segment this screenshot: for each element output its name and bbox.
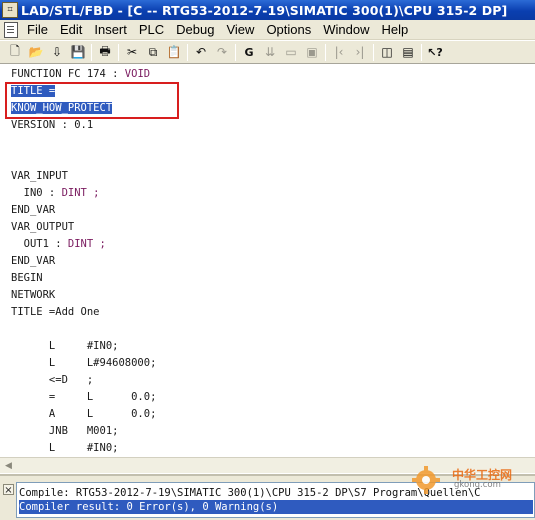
menu-options[interactable]: Options [260, 20, 317, 40]
toolbar-separator [421, 43, 422, 61]
code-line: = L 0.0; [11, 391, 157, 403]
toolbar-separator [118, 43, 119, 61]
document-icon[interactable] [4, 21, 18, 38]
code-line: L #IN0; [11, 442, 119, 454]
menu-debug[interactable]: Debug [170, 20, 220, 40]
whats-this-help-icon[interactable]: ↖? [426, 43, 444, 61]
horizontal-scrollbar[interactable]: ◀ [0, 457, 535, 473]
menu-insert[interactable]: Insert [88, 20, 133, 40]
code-line: END_VAR [11, 204, 56, 216]
download-icon[interactable]: ⇊ [261, 43, 279, 61]
cut-icon[interactable]: ✂ [123, 43, 141, 61]
code-line: BEGIN [11, 272, 43, 284]
copy-icon[interactable]: ⧉ [144, 43, 162, 61]
input-type: DINT ; [61, 187, 100, 199]
return-type: VOID [124, 68, 151, 80]
redo-icon[interactable]: ↷ [213, 43, 231, 61]
print-icon[interactable]: 🖶 [96, 43, 114, 61]
compiler-output-pane: × Compile: RTG53-2012-7-19\SIMATIC 300(1… [0, 474, 535, 520]
toolbar-separator [325, 43, 326, 61]
toolbar-separator [235, 43, 236, 61]
undo-icon[interactable]: ↶ [192, 43, 210, 61]
code-line: FUNCTION FC 174 : VOID [11, 68, 151, 80]
offline-icon[interactable]: ▭ [282, 43, 300, 61]
open-folder-icon[interactable]: 📂 [27, 43, 45, 61]
toolbar-separator [91, 43, 92, 61]
code-line: L L#94608000; [11, 357, 157, 369]
stl-source-editor[interactable]: FUNCTION FC 174 : VOID TITLE = KNOW_HOW_… [0, 65, 535, 457]
menu-bar: File Edit Insert PLC Debug View Options … [0, 20, 535, 40]
paste-icon[interactable]: 📋 [165, 43, 183, 61]
scroll-left-arrow-icon[interactable]: ◀ [2, 460, 15, 472]
code-line: JNB M001; [11, 425, 119, 437]
new-document-icon[interactable]: 🗋 [6, 43, 24, 61]
menu-edit[interactable]: Edit [54, 20, 88, 40]
menu-view[interactable]: View [220, 20, 260, 40]
annotation-highlight-box [5, 82, 179, 119]
menu-window[interactable]: Window [317, 20, 375, 40]
code-line: NETWORK [11, 289, 56, 301]
code-line: OUT1 : DINT ; [11, 238, 106, 250]
output-list[interactable]: Compile: RTG53-2012-7-19\SIMATIC 300(1)\… [16, 482, 535, 518]
lad-stl-fbd-app-icon[interactable]: ⌗ [2, 2, 18, 18]
toolbar: 🗋 📂 ⇩ 💾 🖶 ✂ ⧉ 📋 ↶ ↷ G ⇊ ▭ ▣ |‹ ›| ◫ ▤ ↖? [0, 41, 535, 64]
close-icon[interactable]: × [3, 484, 14, 496]
code-line: TITLE =Add One [11, 306, 100, 318]
compile-icon[interactable]: ⇩ [48, 43, 66, 61]
code-line: VAR_OUTPUT [11, 221, 75, 233]
monitor-icon[interactable]: G [240, 43, 258, 61]
code-line: VERSION : 0.1 [11, 119, 94, 131]
code-line: L #IN0; [11, 340, 119, 352]
details-icon[interactable]: ▤ [399, 43, 417, 61]
code-line: VAR_INPUT [11, 170, 68, 182]
overview-icon[interactable]: ◫ [378, 43, 396, 61]
toolbar-separator [187, 43, 188, 61]
compile-message[interactable]: Compile: RTG53-2012-7-19\SIMATIC 300(1)\… [19, 486, 533, 500]
code-line: IN0 : DINT ; [11, 187, 100, 199]
toolbar-separator [373, 43, 374, 61]
code-line: END_VAR [11, 255, 56, 267]
code-line: <=D ; [11, 374, 94, 386]
menu-plc[interactable]: PLC [133, 20, 170, 40]
bookmark-next-icon[interactable]: ›| [351, 43, 369, 61]
window-title: LAD/STL/FBD - [C -- RTG53-2012-7-19\SIMA… [21, 2, 508, 18]
output-type: DINT ; [67, 238, 106, 250]
menu-file[interactable]: File [21, 20, 54, 40]
bookmark-prev-icon[interactable]: |‹ [330, 43, 348, 61]
save-icon[interactable]: 💾 [69, 43, 87, 61]
compiler-result-message[interactable]: Compiler result: 0 Error(s), 0 Warning(s… [19, 500, 533, 514]
online-icon[interactable]: ▣ [303, 43, 321, 61]
code-line: A L 0.0; [11, 408, 157, 420]
menu-help[interactable]: Help [376, 20, 415, 40]
window-title-bar[interactable]: ⌗ LAD/STL/FBD - [C -- RTG53-2012-7-19\SI… [0, 0, 535, 20]
